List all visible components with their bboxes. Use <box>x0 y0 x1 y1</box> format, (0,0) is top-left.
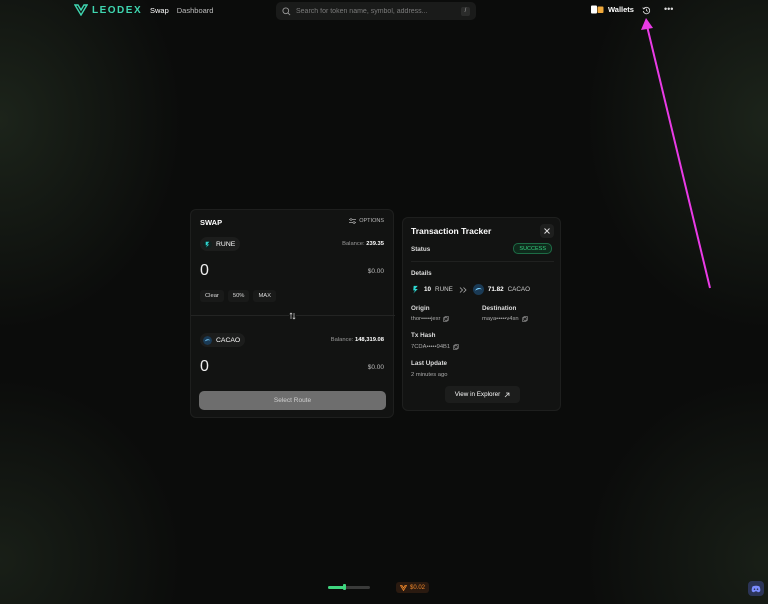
last-update-value: 2 minutes ago <box>411 372 448 378</box>
destination-address[interactable]: maya•••••v4sn <box>482 316 528 322</box>
close-icon <box>544 228 550 234</box>
history-icon[interactable] <box>642 6 651 15</box>
wallets-label: Wallets <box>608 5 634 14</box>
to-token-selector[interactable]: CACAO <box>200 333 246 347</box>
details-label: Details <box>411 270 432 277</box>
sliders-icon <box>349 218 357 224</box>
wallets-button[interactable]: Wallets <box>591 5 634 14</box>
token-price-badge[interactable]: $0.02 <box>396 582 430 593</box>
status-label: Status <box>411 246 431 253</box>
copy-icon[interactable] <box>521 316 528 322</box>
from-amount[interactable]: 0 <box>200 262 209 280</box>
external-link-icon <box>504 392 510 397</box>
to-token-label: CACAO <box>216 336 241 344</box>
transaction-tracker-card: Transaction Tracker Status SUCCESS Detai… <box>402 217 561 411</box>
from-usd-value: $0.00 <box>367 268 384 275</box>
from-balance: Balance: 239.35 <box>342 241 384 247</box>
from-token-selector[interactable]: RUNE <box>200 237 241 251</box>
cacao-token-icon <box>203 335 212 345</box>
cacao-token-icon <box>472 284 484 295</box>
progress-bar <box>328 586 370 589</box>
destination-label: Destination <box>482 305 517 312</box>
origin-address[interactable]: thor•••••jexr <box>411 316 450 322</box>
origin-label: Origin <box>411 305 430 312</box>
from-token-label: RUNE <box>216 240 236 248</box>
tracker-separator <box>411 261 554 262</box>
swap-details-row: 10 RUNE 71.82 CACAO <box>411 284 530 295</box>
to-amount: 0 <box>200 358 209 375</box>
leodex-token-icon <box>400 584 407 591</box>
nav-swap[interactable]: Swap <box>150 6 169 15</box>
progress-marker <box>343 584 346 590</box>
search-bar[interactable]: / <box>276 2 476 20</box>
logo-icon <box>74 4 88 16</box>
view-in-explorer-button[interactable]: View in Explorer <box>445 386 520 403</box>
to-amount-value: 71.82 <box>487 286 504 293</box>
main-nav: Swap Dashboard <box>150 6 213 15</box>
status-badge: SUCCESS <box>513 243 552 254</box>
max-button[interactable]: MAX <box>253 290 277 302</box>
swap-card: SWAP OPTIONS RUNE Balance: 239.35 0 $0.0… <box>190 209 395 418</box>
nav-dashboard[interactable]: Dashboard <box>177 6 214 15</box>
logo[interactable]: LEODEX <box>74 4 142 16</box>
to-usd-value: $0.00 <box>367 364 384 371</box>
wallet-icon <box>591 5 604 14</box>
from-amount-value: 10 <box>424 286 432 293</box>
close-button[interactable] <box>540 224 554 238</box>
logo-text: LEODEX <box>92 4 143 16</box>
rune-token-icon <box>413 285 418 294</box>
search-shortcut-key: / <box>461 6 470 16</box>
copy-icon[interactable] <box>443 316 450 322</box>
select-route-button[interactable]: Select Route <box>199 391 386 410</box>
txhash-value[interactable]: 7CDA•••••94B1 <box>411 344 460 350</box>
options-button[interactable]: OPTIONS <box>349 218 384 224</box>
quick-amount-buttons: Clear 50% MAX <box>200 290 277 302</box>
to-balance: Balance: 148,319.08 <box>330 337 384 343</box>
search-input[interactable] <box>296 7 461 15</box>
discord-button[interactable] <box>748 581 764 596</box>
to-token-value: CACAO <box>507 286 531 293</box>
swap-direction-icon[interactable] <box>289 312 296 320</box>
clear-button[interactable]: Clear <box>200 290 224 302</box>
more-menu-icon[interactable]: ••• <box>664 5 673 15</box>
txhash-label: Tx Hash <box>411 332 436 339</box>
discord-icon <box>751 585 761 592</box>
swap-title: SWAP <box>200 218 223 227</box>
half-button[interactable]: 50% <box>227 290 250 302</box>
options-label: OPTIONS <box>359 218 384 224</box>
copy-icon[interactable] <box>453 344 460 350</box>
price-value: $0.02 <box>410 584 426 591</box>
tracker-title: Transaction Tracker <box>411 226 492 236</box>
search-icon <box>282 6 291 15</box>
from-token-value: RUNE <box>435 286 453 293</box>
double-chevron-right-icon <box>459 286 467 293</box>
top-bar: LEODEX Swap Dashboard / Wallets ••• <box>0 0 768 24</box>
rune-token-icon <box>203 239 212 249</box>
last-update-label: Last Update <box>411 360 448 367</box>
explorer-label: View in Explorer <box>454 391 501 398</box>
